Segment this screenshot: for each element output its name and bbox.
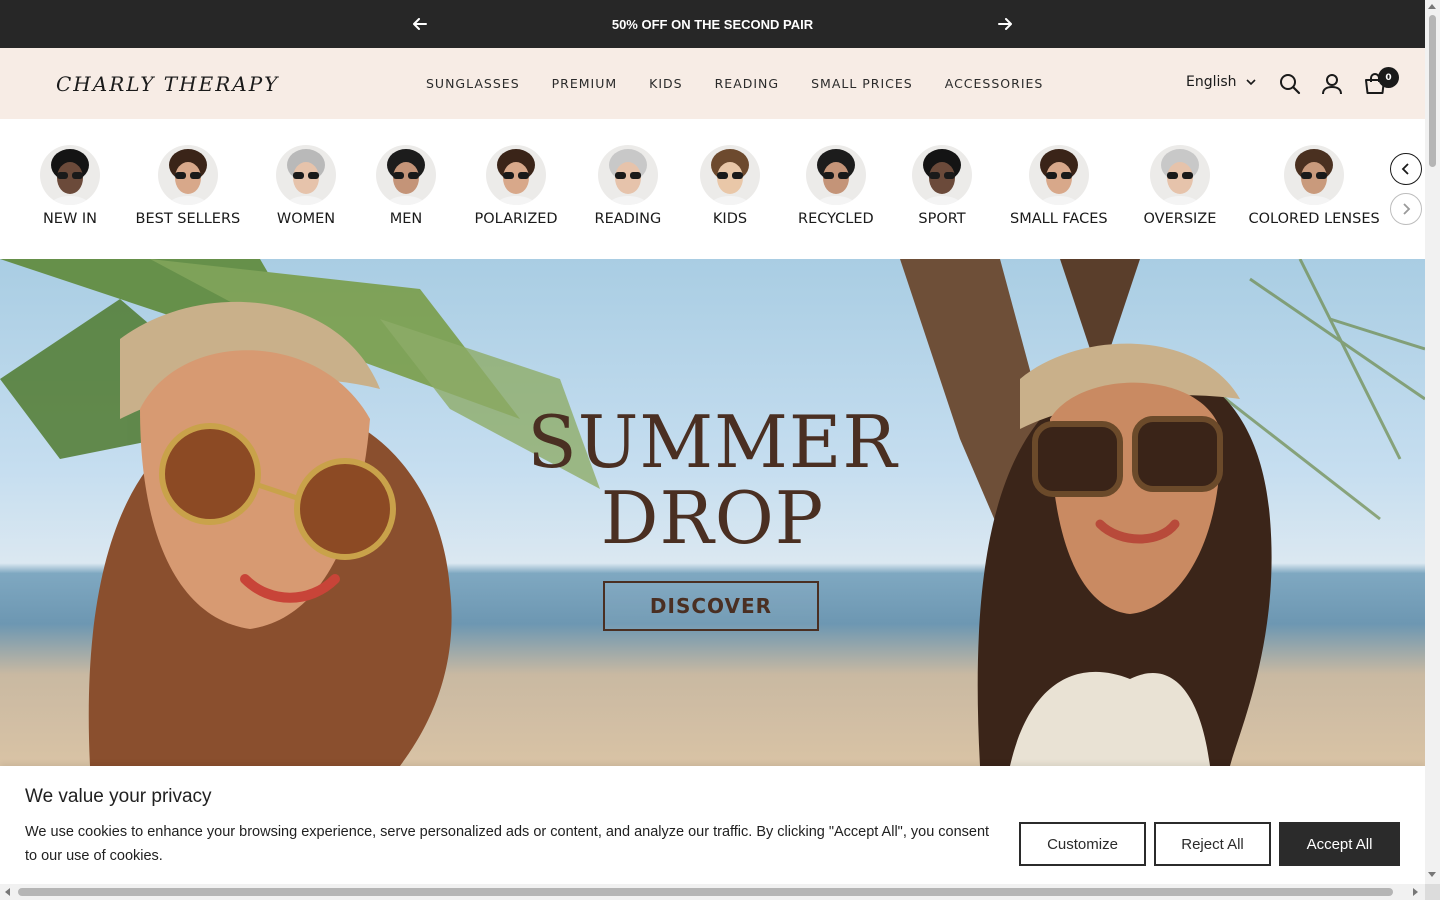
nav-item-sunglasses[interactable]: SUNGLASSES	[426, 76, 520, 91]
category-avatar	[597, 145, 658, 205]
chevron-right-icon	[1403, 203, 1411, 215]
accept-all-button[interactable]: Accept All	[1279, 822, 1400, 866]
search-button[interactable]	[1279, 73, 1301, 95]
category-carousel: NEW IN BEST SELLERS WOMEN MEN POLARIZED READI…	[0, 119, 1425, 259]
arrow-left-icon	[413, 18, 427, 30]
scroll-up-arrow[interactable]	[1428, 4, 1436, 9]
category-avatar	[157, 145, 218, 205]
horizontal-scrollbar[interactable]	[0, 884, 1425, 900]
main-nav: SUNGLASSES PREMIUM KIDS READING SMALL PR…	[426, 48, 1043, 119]
cart-count-badge: 0	[1378, 67, 1399, 88]
category-item[interactable]: COLORED LENSES	[1249, 145, 1380, 227]
hero-title-line2: DROP	[600, 476, 825, 560]
category-item[interactable]: OVERSIZE	[1143, 145, 1217, 227]
category-avatar	[700, 145, 760, 205]
user-icon	[1322, 74, 1342, 95]
hero-title-line1: SUMMER	[527, 400, 898, 484]
category-item[interactable]: NEW IN	[40, 145, 100, 227]
vertical-scrollbar[interactable]	[1425, 0, 1440, 884]
category-avatar	[1028, 145, 1089, 205]
chevron-down-icon	[1245, 78, 1256, 85]
language-label: English	[1186, 74, 1237, 90]
site-header: CHARLY THERAPY SUNGLASSES PREMIUM KIDS R…	[0, 48, 1425, 119]
category-item[interactable]: MEN	[376, 145, 436, 227]
language-selector[interactable]: English	[1186, 74, 1256, 90]
category-item[interactable]: WOMEN	[276, 145, 336, 227]
category-label: WOMEN	[276, 211, 336, 227]
cookie-title: We value your privacy	[25, 786, 212, 807]
nav-item-kids[interactable]: KIDS	[649, 76, 682, 91]
category-label: BEST SELLERS	[135, 211, 241, 227]
category-label: RECYCLED	[798, 211, 874, 227]
scroll-left-arrow[interactable]	[5, 888, 10, 896]
site-logo[interactable]: CHARLY THERAPY	[56, 72, 279, 96]
category-label: OVERSIZE	[1143, 211, 1217, 227]
hero-banner[interactable]: SUMMER DROP DISCOVER	[0, 259, 1425, 766]
category-avatar	[805, 145, 866, 205]
category-label: KIDS	[712, 211, 748, 227]
category-label: SPORT	[918, 211, 966, 227]
account-button[interactable]	[1321, 73, 1343, 95]
category-label: MEN	[389, 211, 423, 227]
announcement-prev-button[interactable]	[409, 13, 431, 35]
nav-item-accessories[interactable]: ACCESSORIES	[945, 76, 1044, 91]
category-item[interactable]: READING	[594, 145, 662, 227]
hero-title: SUMMER DROP	[500, 404, 925, 556]
discover-button[interactable]: DISCOVER	[603, 581, 819, 631]
category-avatar	[912, 145, 972, 205]
category-label: COLORED LENSES	[1248, 211, 1380, 227]
scroll-right-arrow[interactable]	[1413, 888, 1418, 896]
category-avatar	[376, 145, 436, 205]
vertical-scroll-thumb[interactable]	[1429, 15, 1436, 167]
category-item[interactable]: POLARIZED	[475, 145, 558, 227]
arrow-right-icon	[998, 18, 1012, 30]
category-item[interactable]: BEST SELLERS	[135, 145, 241, 227]
category-avatar	[40, 145, 100, 205]
category-item[interactable]: RECYCLED	[798, 145, 874, 227]
scroll-down-arrow[interactable]	[1428, 872, 1436, 877]
announcement-message[interactable]: 50% OFF ON THE SECOND PAIR	[440, 0, 985, 48]
reject-all-button[interactable]: Reject All	[1154, 822, 1271, 866]
category-label: READING	[594, 211, 662, 227]
category-avatar	[1149, 145, 1210, 205]
category-avatar	[276, 145, 336, 205]
scrollbar-corner	[1425, 884, 1440, 900]
nav-item-premium[interactable]: PREMIUM	[552, 76, 618, 91]
category-label: POLARIZED	[474, 211, 558, 227]
carousel-prev-button[interactable]	[1390, 153, 1422, 185]
announcement-bar: 50% OFF ON THE SECOND PAIR	[0, 0, 1425, 48]
category-avatar	[1284, 145, 1345, 205]
announcement-next-button[interactable]	[994, 13, 1016, 35]
carousel-next-button[interactable]	[1390, 193, 1422, 225]
category-avatar	[486, 145, 547, 205]
search-icon	[1280, 74, 1301, 95]
cookie-banner: We value your privacy We use cookies to …	[0, 766, 1425, 884]
nav-item-small-prices[interactable]: SMALL PRICES	[811, 76, 913, 91]
customize-button[interactable]: Customize	[1019, 822, 1146, 866]
category-item[interactable]: SMALL FACES	[1010, 145, 1108, 227]
chevron-left-icon	[1401, 163, 1409, 175]
nav-item-reading[interactable]: READING	[715, 76, 779, 91]
horizontal-scroll-thumb[interactable]	[18, 888, 1393, 896]
cookie-text: We use cookies to enhance your browsing …	[25, 824, 990, 864]
category-label: SMALL FACES	[1010, 211, 1108, 227]
category-label: NEW IN	[42, 211, 98, 227]
category-item[interactable]: SPORT	[912, 145, 972, 227]
category-item[interactable]: KIDS	[700, 145, 760, 227]
